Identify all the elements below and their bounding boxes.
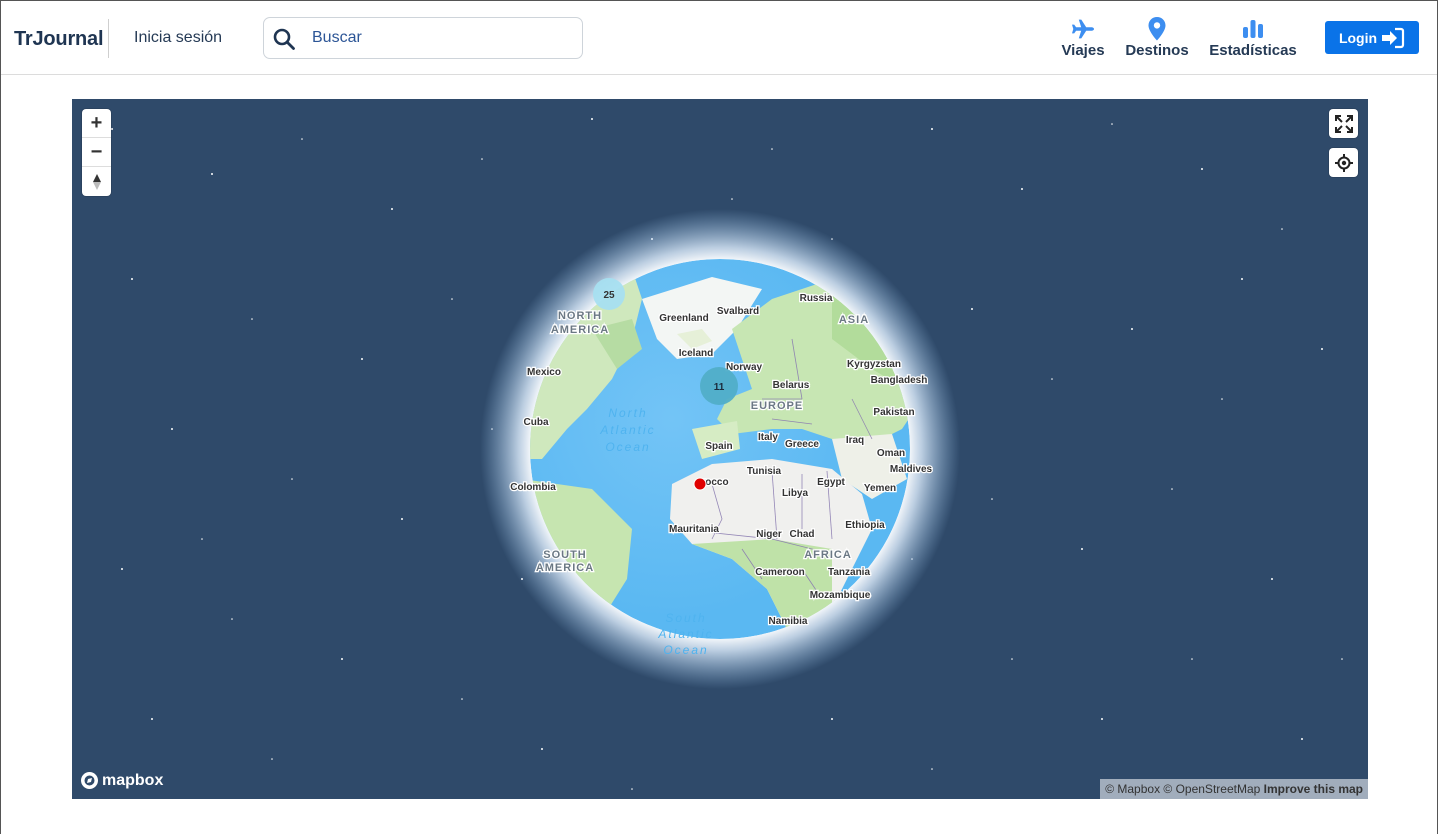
svg-text:EUROPE: EUROPE xyxy=(751,400,803,412)
search-box[interactable] xyxy=(263,17,583,59)
svg-text:Namibia: Namibia xyxy=(769,616,808,627)
svg-text:Atlantic: Atlantic xyxy=(657,627,713,641)
svg-text:Russia: Russia xyxy=(800,293,833,304)
location-marker[interactable] xyxy=(693,477,707,491)
fullscreen-icon xyxy=(1334,114,1353,133)
map-canvas[interactable]: North Atlantic Ocean South Atlantic Ocea… xyxy=(72,99,1368,799)
sign-in-icon xyxy=(1382,27,1405,48)
svg-text:Svalbard: Svalbard xyxy=(717,306,759,317)
svg-text:Mozambique: Mozambique xyxy=(810,590,871,601)
svg-text:Egypt: Egypt xyxy=(817,477,845,488)
brand-logo[interactable]: TrJournal xyxy=(14,28,104,51)
svg-text:Oman: Oman xyxy=(877,448,905,459)
cluster-marker-11[interactable]: 11 xyxy=(700,367,738,405)
fullscreen-button[interactable] xyxy=(1329,109,1358,138)
svg-text:SOUTH: SOUTH xyxy=(543,549,587,561)
improve-map-link[interactable]: Improve this map xyxy=(1264,782,1363,796)
plane-icon xyxy=(1072,19,1094,39)
nav-estadisticas-label: Estadísticas xyxy=(1209,42,1297,59)
navbar: TrJournal Inicia sesión Viajes Destinos xyxy=(1,1,1437,75)
compass-button[interactable] xyxy=(82,167,111,196)
map-view[interactable]: North Atlantic Ocean South Atlantic Ocea… xyxy=(72,99,1368,799)
svg-text:AMERICA: AMERICA xyxy=(536,562,594,574)
svg-text:Yemen: Yemen xyxy=(864,483,896,494)
svg-text:AMERICA: AMERICA xyxy=(551,324,609,336)
svg-text:Cameroon: Cameroon xyxy=(755,567,804,578)
mapbox-logo[interactable]: mapbox xyxy=(80,771,163,790)
brand-divider xyxy=(108,19,109,58)
compass-icon xyxy=(92,173,101,190)
svg-text:Spain: Spain xyxy=(705,441,732,452)
svg-text:Iceland: Iceland xyxy=(679,348,713,359)
mapbox-icon xyxy=(81,772,98,789)
svg-text:South: South xyxy=(665,611,706,625)
svg-text:Tunisia: Tunisia xyxy=(747,466,782,477)
svg-text:Kyrgyzstan: Kyrgyzstan xyxy=(847,359,901,370)
geolocate-button[interactable] xyxy=(1329,148,1358,177)
login-button[interactable]: Login xyxy=(1325,21,1419,54)
svg-text:Norway: Norway xyxy=(726,362,763,373)
svg-text:North: North xyxy=(608,406,647,420)
geolocate-icon xyxy=(1334,153,1353,172)
svg-text:Italy: Italy xyxy=(758,432,778,443)
svg-text:Belarus: Belarus xyxy=(773,380,810,391)
svg-text:Niger: Niger xyxy=(756,529,782,540)
svg-text:Chad: Chad xyxy=(790,529,815,540)
zoom-in-button[interactable]: + xyxy=(82,109,111,138)
cluster-marker-25[interactable]: 25 xyxy=(593,278,625,310)
svg-text:Pakistan: Pakistan xyxy=(873,407,914,418)
map-attribution: © Mapbox © OpenStreetMap Improve this ma… xyxy=(1100,779,1368,799)
map-pin-icon xyxy=(1148,17,1166,41)
svg-text:25: 25 xyxy=(603,290,615,301)
login-label: Login xyxy=(1338,29,1378,46)
bar-chart-icon xyxy=(1243,20,1263,38)
svg-text:AFRICA: AFRICA xyxy=(804,549,852,561)
svg-text:Tanzania: Tanzania xyxy=(828,567,870,578)
svg-text:Colombia: Colombia xyxy=(510,482,556,493)
svg-text:Cuba: Cuba xyxy=(524,417,549,428)
svg-text:Ocean: Ocean xyxy=(663,643,708,657)
nav-estadisticas[interactable]: Estadísticas xyxy=(1209,17,1297,59)
svg-text:Ethiopia: Ethiopia xyxy=(845,520,885,531)
mapbox-logo-text: mapbox xyxy=(102,771,164,789)
svg-text:Mauritania: Mauritania xyxy=(669,524,719,535)
search-icon xyxy=(273,28,295,50)
svg-text:Libya: Libya xyxy=(782,488,809,499)
svg-text:Ocean: Ocean xyxy=(605,440,650,454)
svg-text:Greenland: Greenland xyxy=(659,313,708,324)
svg-text:Bangladesh: Bangladesh xyxy=(871,375,928,386)
search-input[interactable] xyxy=(312,26,562,50)
attribution-text[interactable]: © Mapbox © OpenStreetMap xyxy=(1105,782,1260,796)
svg-text:Mexico: Mexico xyxy=(527,367,561,378)
nav-destinos[interactable]: Destinos xyxy=(1125,17,1189,59)
signin-link[interactable]: Inicia sesión xyxy=(134,29,222,47)
zoom-out-button[interactable]: − xyxy=(82,138,111,167)
svg-text:11: 11 xyxy=(714,382,725,393)
nav-destinos-label: Destinos xyxy=(1125,42,1189,59)
nav-viajes[interactable]: Viajes xyxy=(1060,17,1106,59)
svg-text:Iraq: Iraq xyxy=(846,435,864,446)
svg-text:NORTH: NORTH xyxy=(558,310,602,322)
svg-text:Atlantic: Atlantic xyxy=(599,423,655,437)
nav-viajes-label: Viajes xyxy=(1061,42,1105,59)
svg-text:ASIA: ASIA xyxy=(839,314,869,326)
svg-text:Maldives: Maldives xyxy=(890,464,933,475)
svg-text:Greece: Greece xyxy=(785,439,819,450)
navigation-control: + − xyxy=(82,109,111,196)
